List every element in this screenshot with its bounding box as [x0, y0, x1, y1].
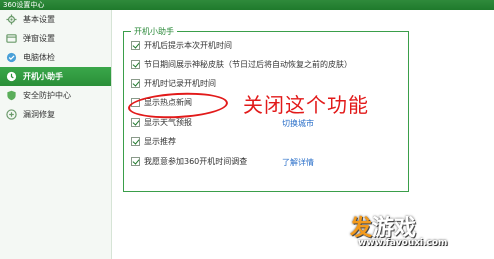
checkbox[interactable]	[131, 79, 140, 88]
watermark-url: www.favouxi.com	[358, 238, 448, 248]
sidebar-item-label: 基本设置	[23, 15, 55, 24]
checkbox[interactable]	[131, 60, 140, 69]
sidebar-item-label: 弹窗设置	[23, 34, 55, 43]
option-label: 开机时记录开机时间	[144, 79, 216, 88]
option-holiday-skin[interactable]: 节日期间展示神秘皮肤（节日过后将自动恢复之前的皮肤）	[131, 58, 352, 71]
option-label: 节日期间展示神秘皮肤（节日过后将自动恢复之前的皮肤）	[144, 60, 352, 69]
option-survey[interactable]: 我愿意参加360开机时间调查	[131, 155, 247, 168]
option-label: 开机后提示本次开机时间	[144, 41, 232, 50]
option-record-boot-time[interactable]: 开机时记录开机时间	[131, 77, 216, 90]
sidebar-item-patch-repair[interactable]: 漏洞修复	[0, 105, 111, 124]
window-titlebar: 360设置中心	[0, 0, 494, 10]
sidebar-item-basic-settings[interactable]: 基本设置	[0, 10, 111, 29]
watermark: 发游戏 www.favouxi.com	[350, 208, 490, 256]
option-label: 显示推荐	[144, 137, 176, 146]
boot-assistant-icon	[6, 71, 17, 82]
patch-icon	[6, 109, 17, 120]
checkbox[interactable]	[131, 157, 140, 166]
sidebar-item-security-center[interactable]: 安全防护中心	[0, 86, 111, 105]
option-label: 我愿意参加360开机时间调查	[144, 157, 248, 166]
switch-city-link[interactable]: 切换城市	[282, 118, 314, 129]
option-label: 显示天气预报	[144, 118, 192, 127]
group-legend: 开机小助手	[131, 26, 177, 37]
popup-icon	[6, 33, 17, 44]
learn-more-link[interactable]: 了解详情	[282, 157, 314, 168]
sidebar-item-label: 开机小助手	[23, 72, 63, 81]
window-title: 360设置中心	[3, 1, 45, 9]
shield-icon	[6, 90, 17, 101]
checkbox[interactable]	[131, 137, 140, 146]
sidebar-item-boot-assistant[interactable]: 开机小助手	[0, 67, 111, 86]
sidebar-item-checkup[interactable]: 电脑体检	[0, 48, 111, 67]
option-recommend[interactable]: 显示推荐	[131, 135, 176, 148]
option-show-boot-time[interactable]: 开机后提示本次开机时间	[131, 39, 232, 52]
sidebar-item-label: 漏洞修复	[23, 110, 55, 119]
checkbox[interactable]	[131, 118, 140, 127]
annotation-text: 关闭这个功能	[243, 93, 369, 117]
sidebar: 基本设置 弹窗设置 电脑体检 开机小助手 安全防护中心 漏洞修复	[0, 10, 112, 259]
checkbox[interactable]	[131, 41, 140, 50]
sidebar-item-label: 安全防护中心	[23, 91, 71, 100]
sidebar-item-popup-settings[interactable]: 弹窗设置	[0, 29, 111, 48]
gear-icon	[6, 14, 17, 25]
checkup-icon	[6, 52, 17, 63]
sidebar-item-label: 电脑体检	[23, 53, 55, 62]
